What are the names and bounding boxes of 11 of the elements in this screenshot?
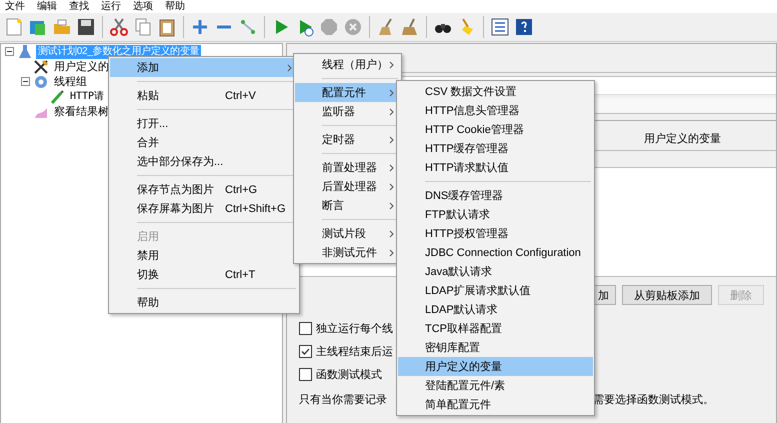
shortcut-text: Ctrl+Shift+G	[225, 202, 286, 214]
shortcut-text: Ctrl+G	[225, 184, 258, 196]
menu-item: 启用	[136, 230, 160, 245]
checkbox-label: 主线程结束后运	[316, 344, 393, 359]
table-title: 用户定义的变量	[644, 132, 721, 147]
help-text: 只有当你需要记录	[299, 393, 387, 407]
checkbox-label: 独立运行每个线	[316, 322, 393, 336]
shortcut-text: Ctrl+T	[225, 268, 256, 280]
shortcut-text: Ctrl+V	[225, 90, 256, 102]
button: 删除	[718, 285, 764, 305]
checkbox-label: 函数测试模式	[316, 368, 382, 382]
